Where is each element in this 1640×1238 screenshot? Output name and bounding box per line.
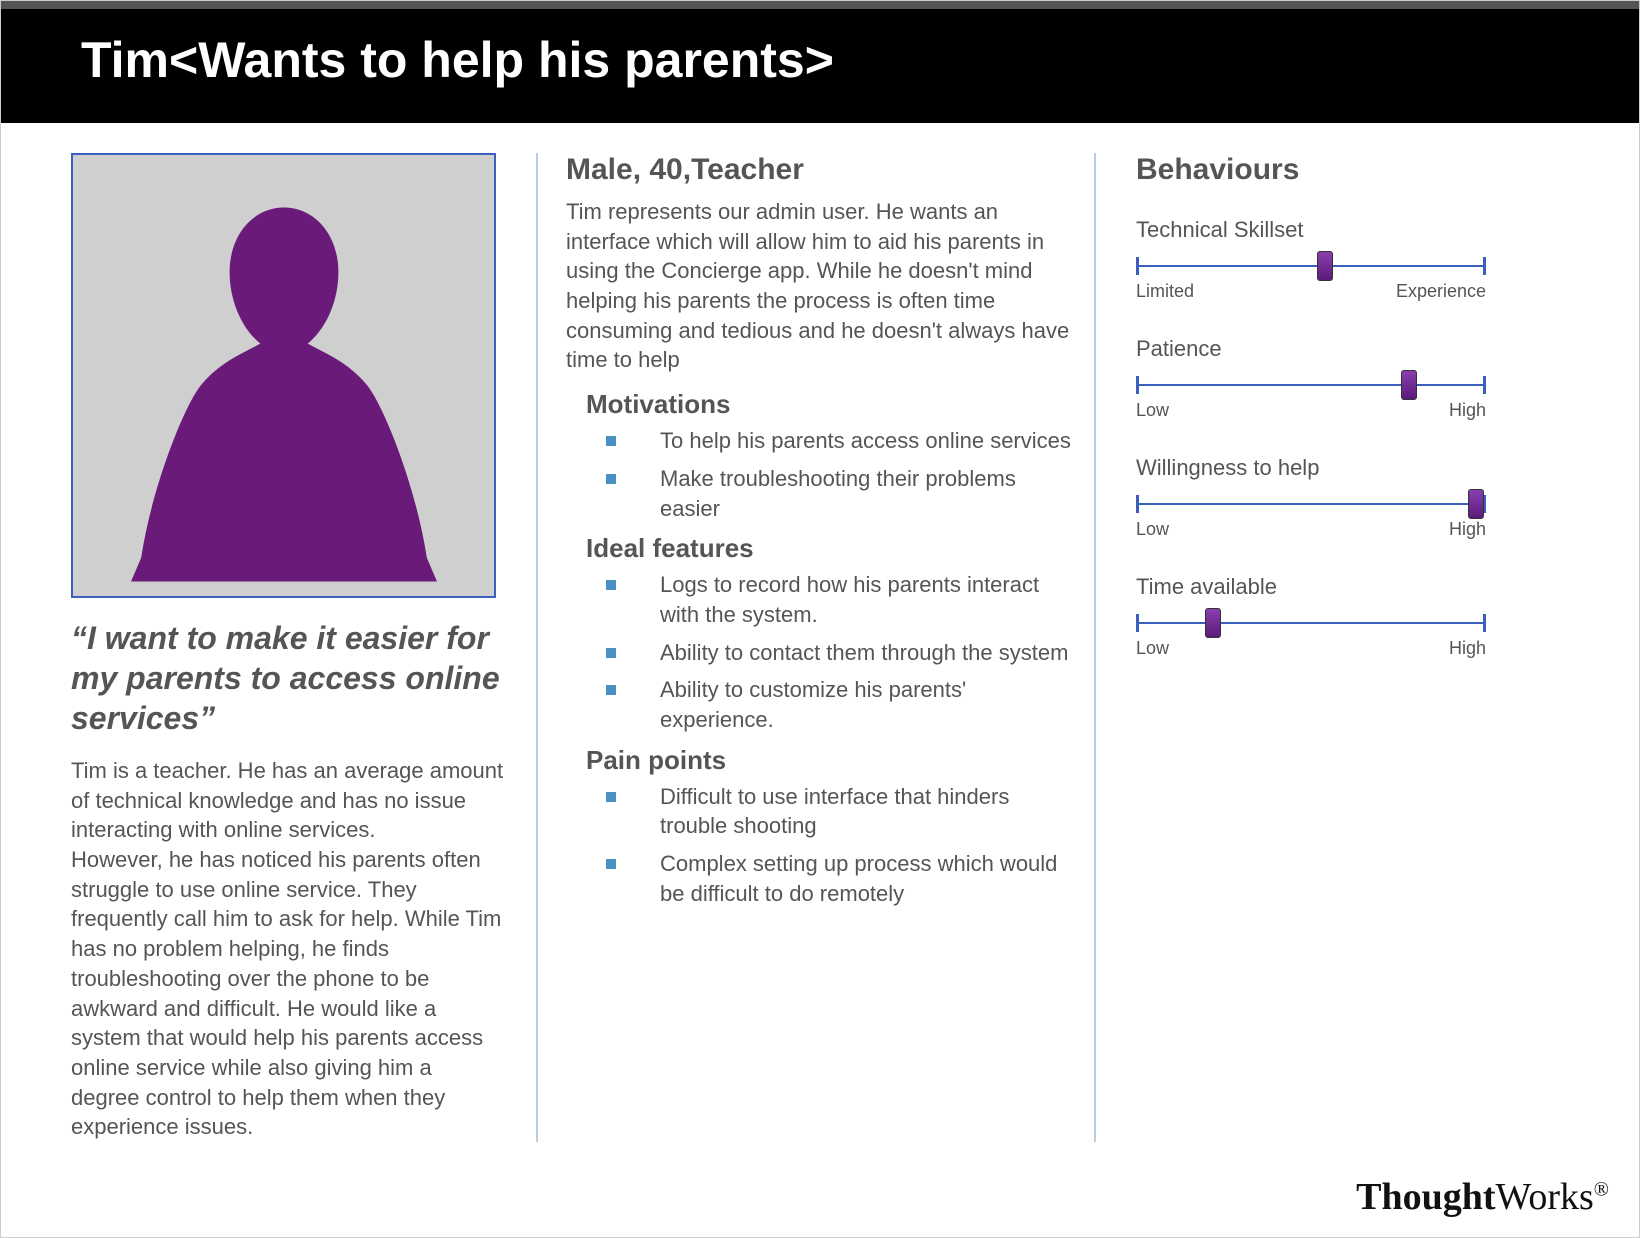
motivations-list: To help his parents access online servic… <box>606 426 1074 523</box>
behaviour-scale: Time available Low High <box>1136 574 1536 659</box>
scale-high: High <box>1449 400 1486 421</box>
ideal-features-list: Logs to record how his parents interact … <box>606 570 1074 734</box>
header-bar: Tim<Wants to help his parents> <box>1 1 1639 123</box>
scale-label: Patience <box>1136 336 1536 362</box>
scale-handle <box>1401 370 1417 400</box>
scale-label: Time available <box>1136 574 1536 600</box>
scale-handle <box>1468 489 1484 519</box>
column-right: Behaviours Technical Skillset Limited Expe… <box>1106 153 1556 1142</box>
scale-label: Technical Skillset <box>1136 217 1536 243</box>
pain-points-list: Difficult to use interface that hinders … <box>606 782 1074 909</box>
scale-ends: Low High <box>1136 519 1486 540</box>
scale-high: Experience <box>1396 281 1486 302</box>
list-item: Ability to contact them through the syst… <box>606 638 1074 668</box>
bio-paragraph-2: However, he has noticed his parents ofte… <box>71 845 506 1142</box>
scale-bar <box>1136 614 1486 632</box>
scale-low: Low <box>1136 400 1169 421</box>
logo-bold: Thought <box>1356 1176 1495 1218</box>
column-middle: Male, 40,Teacher Tim represents our admi… <box>536 153 1096 1142</box>
scale-label: Willingness to help <box>1136 455 1536 481</box>
pain-points-heading: Pain points <box>586 745 1074 776</box>
scale-bar <box>1136 495 1486 513</box>
page-title: Tim<Wants to help his parents> <box>81 32 834 88</box>
scale-low: Limited <box>1136 281 1194 302</box>
scale-bar <box>1136 376 1486 394</box>
behaviour-scale: Willingness to help Low High <box>1136 455 1536 540</box>
list-item: Complex setting up process which would b… <box>606 849 1074 908</box>
scale-low: Low <box>1136 519 1169 540</box>
silhouette-icon <box>114 176 454 596</box>
demographics: Male, 40,Teacher <box>566 153 1074 187</box>
list-item: Make troubleshooting their problems easi… <box>606 464 1074 523</box>
column-left: “I want to make it easier for my parents… <box>51 153 526 1142</box>
behaviour-scale: Patience Low High <box>1136 336 1536 421</box>
list-item: Ability to customize his parents' experi… <box>606 675 1074 734</box>
registered-icon: ® <box>1594 1178 1609 1200</box>
scale-bar <box>1136 257 1486 275</box>
logo-rest: Works <box>1496 1176 1594 1218</box>
persona-portrait <box>71 153 496 598</box>
list-item: Logs to record how his parents interact … <box>606 570 1074 629</box>
bio-paragraph-1: Tim is a teacher. He has an average amou… <box>71 756 506 845</box>
ideal-features-heading: Ideal features <box>586 533 1074 564</box>
persona-description: Tim represents our admin user. He wants … <box>566 197 1074 375</box>
scale-ends: Low High <box>1136 400 1486 421</box>
scale-high: High <box>1449 638 1486 659</box>
scale-low: Low <box>1136 638 1169 659</box>
scale-handle <box>1205 608 1221 638</box>
thoughtworks-logo: ThoughtWorks® <box>1356 1175 1609 1219</box>
scale-high: High <box>1449 519 1486 540</box>
scale-ends: Limited Experience <box>1136 281 1486 302</box>
persona-quote: “I want to make it easier for my parents… <box>71 618 506 738</box>
list-item: Difficult to use interface that hinders … <box>606 782 1074 841</box>
scale-ends: Low High <box>1136 638 1486 659</box>
behaviour-scales: Technical Skillset Limited Experience Patie… <box>1136 217 1536 659</box>
behaviours-heading: Behaviours <box>1136 153 1536 187</box>
behaviour-scale: Technical Skillset Limited Experience <box>1136 217 1536 302</box>
content: “I want to make it easier for my parents… <box>1 123 1639 1142</box>
motivations-heading: Motivations <box>586 389 1074 420</box>
scale-handle <box>1317 251 1333 281</box>
list-item: To help his parents access online servic… <box>606 426 1074 456</box>
